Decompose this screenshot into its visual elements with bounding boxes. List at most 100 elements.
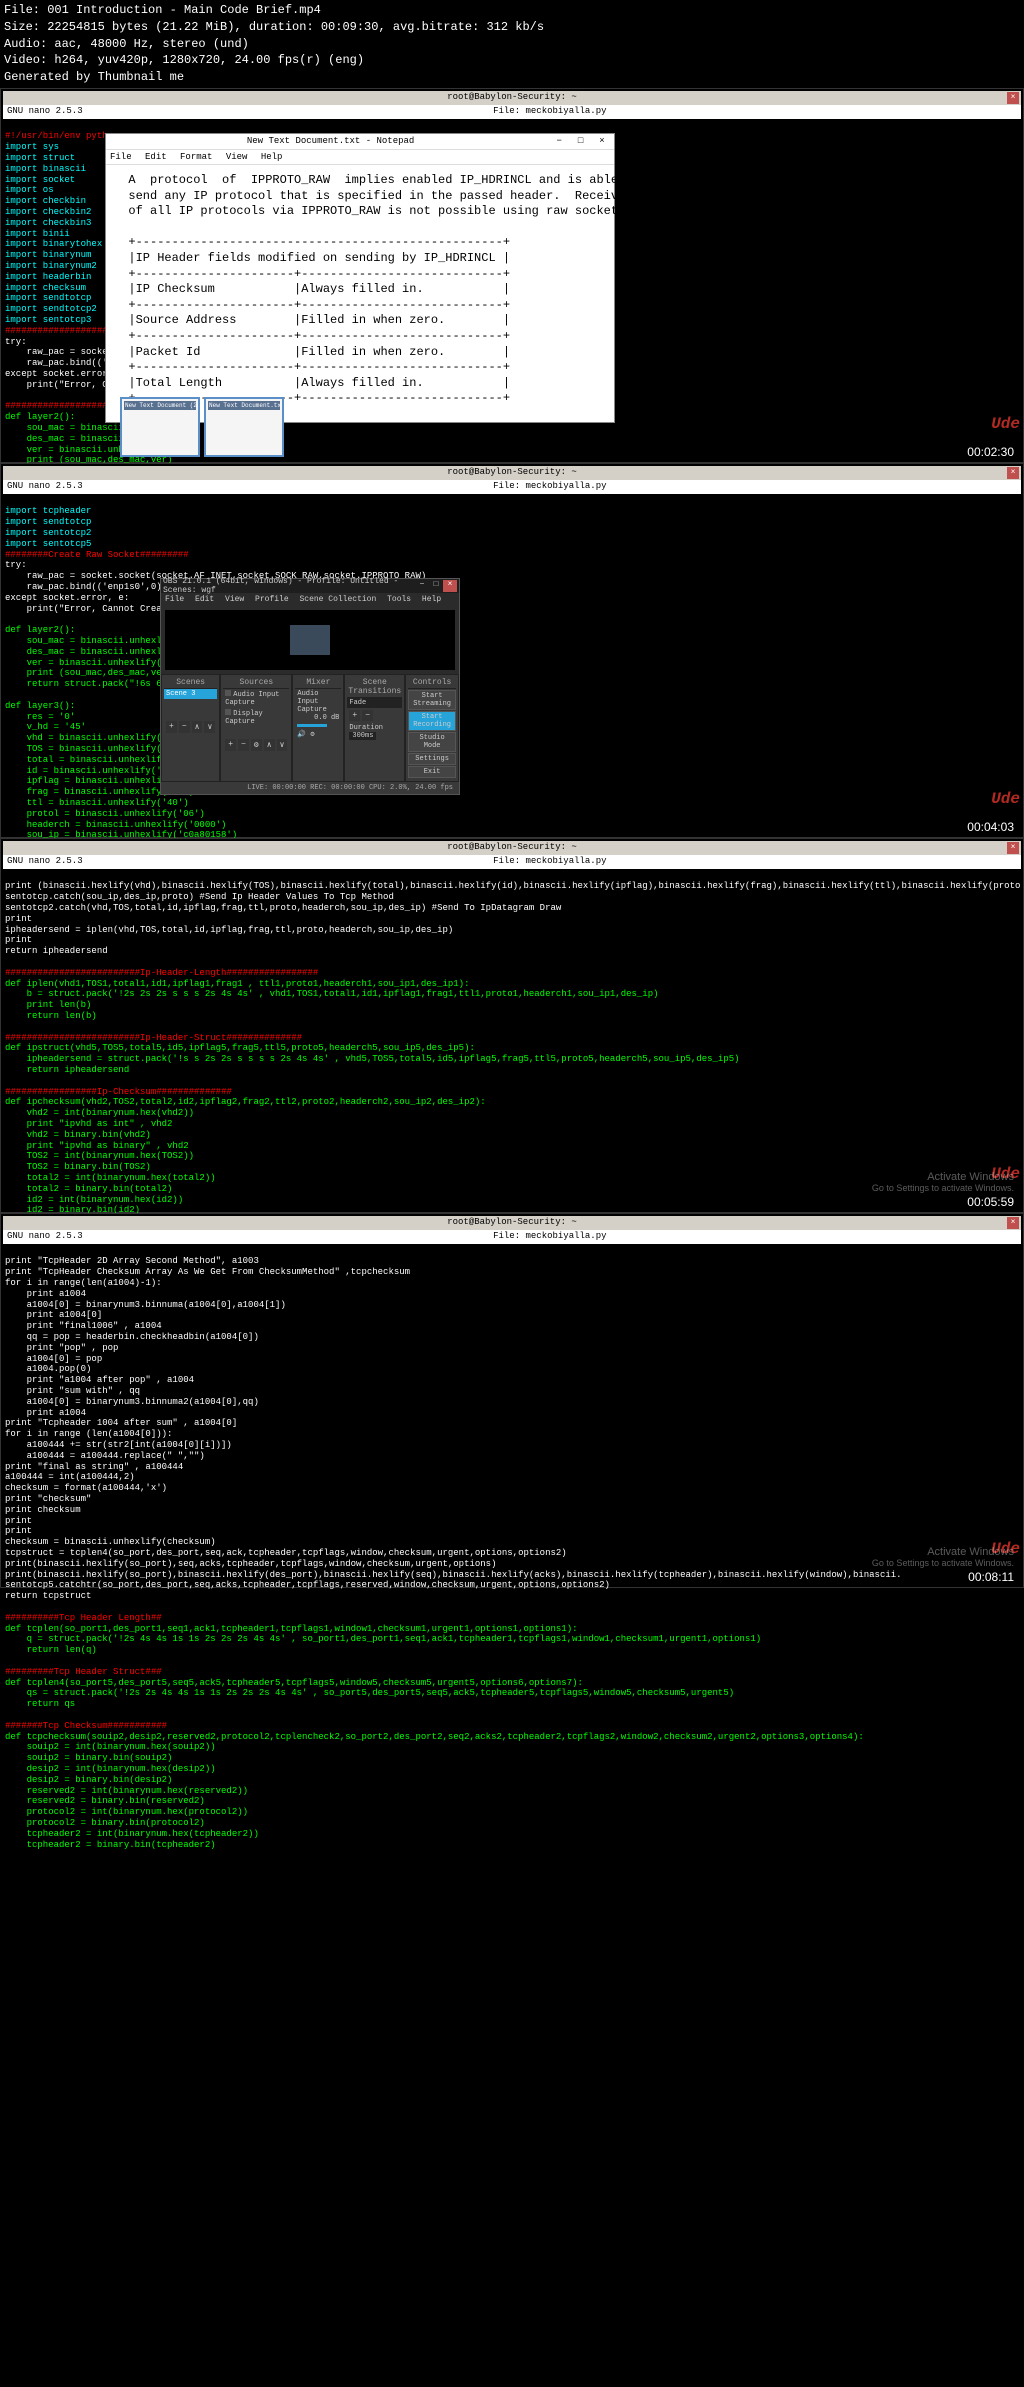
nano-filename: File: meckobiyalla.py — [493, 1231, 606, 1243]
menu-view[interactable]: View — [225, 595, 244, 604]
remove-icon[interactable]: − — [238, 739, 249, 751]
notepad-window[interactable]: New Text Document.txt - Notepad − □ × Fi… — [105, 133, 615, 423]
notepad-titlebar[interactable]: New Text Document.txt - Notepad − □ × — [106, 134, 614, 150]
meta-size: Size: 22254815 bytes (21.22 MiB), durati… — [4, 19, 1020, 36]
shebang-line: #!/usr/bin/env python — [5, 131, 118, 141]
panel-title: Scenes — [164, 677, 217, 689]
menu-profile[interactable]: Profile — [255, 595, 289, 604]
settings-button[interactable]: Settings — [408, 753, 456, 765]
thumb-title: New Text Document.txt - N... — [208, 401, 280, 410]
volume-slider[interactable] — [297, 724, 327, 727]
nano-header: GNU nano 2.5.3 File: meckobiyalla.py — [3, 1230, 1021, 1244]
section-header: #########################Ip-Header-Lengt… — [5, 968, 318, 978]
menu-tools[interactable]: Tools — [387, 595, 411, 604]
transitions-panel: Scene Transitions Fade +− Duration 300ms — [344, 674, 405, 782]
minimize-icon[interactable]: − — [551, 136, 567, 146]
minimize-icon[interactable]: − — [415, 580, 429, 592]
timestamp: 00:04:03 — [967, 820, 1014, 834]
menu-edit[interactable]: Edit — [145, 152, 167, 162]
nano-version: GNU nano 2.5.3 — [7, 481, 83, 493]
source-item[interactable]: Audio Input Capture — [223, 689, 289, 708]
def-tcpchecksum: def tcpchecksum(souip2,desip2,reserved2,… — [5, 1732, 864, 1850]
down-icon[interactable]: ∨ — [204, 721, 215, 733]
obs-status-bar: LIVE: 00:00:00 REC: 00:00:00 CPU: 2.0%, … — [161, 782, 459, 794]
menu-format[interactable]: Format — [180, 152, 212, 162]
activate-windows-watermark: Activate Windows Go to Settings to activ… — [872, 1546, 1014, 1568]
down-icon[interactable]: ∨ — [277, 739, 288, 751]
menu-help[interactable]: Help — [261, 152, 283, 162]
terminal-titlebar[interactable]: root@Babylon-Security: ~ × — [3, 91, 1021, 105]
meta-generated: Generated by Thumbnail me — [4, 69, 1020, 86]
eye-icon[interactable] — [225, 709, 231, 715]
remove-icon[interactable]: − — [179, 721, 190, 733]
close-icon[interactable]: × — [1007, 842, 1019, 854]
close-icon[interactable]: × — [443, 580, 457, 592]
menu-scene-collection[interactable]: Scene Collection — [299, 595, 376, 604]
terminal-title: root@Babylon-Security: ~ — [447, 842, 577, 854]
duration-label: Duration — [349, 724, 383, 732]
menu-file[interactable]: File — [165, 595, 184, 604]
def-tcplen4: def tcplen4(so_port5,des_port5,seq5,ack5… — [5, 1678, 734, 1710]
nano-version: GNU nano 2.5.3 — [7, 856, 83, 868]
add-icon[interactable]: + — [349, 710, 360, 721]
terminal-titlebar[interactable]: root@Babylon-Security: ~ × — [3, 466, 1021, 480]
close-icon[interactable]: × — [1007, 467, 1019, 479]
eye-icon[interactable] — [225, 690, 231, 696]
menu-file[interactable]: File — [110, 152, 132, 162]
obs-window[interactable]: OBS 21.0.1 (64bit, windows) - Profile: U… — [160, 578, 460, 795]
panel-title: Controls — [408, 677, 456, 689]
up-icon[interactable]: ∧ — [192, 721, 203, 733]
maximize-icon[interactable]: □ — [429, 580, 443, 592]
section-header: #######Tcp Checksum########### — [5, 1721, 167, 1731]
imports-block: import sys import struct import binascii… — [5, 142, 102, 325]
controls-panel: Controls Start Streaming Start Recording… — [405, 674, 459, 782]
panel-title: Scene Transitions — [347, 677, 402, 698]
obs-titlebar[interactable]: OBS 21.0.1 (64bit, windows) - Profile: U… — [161, 579, 459, 593]
add-icon[interactable]: + — [225, 739, 236, 751]
terminal-titlebar[interactable]: root@Babylon-Security: ~ × — [3, 841, 1021, 855]
close-icon[interactable]: × — [1007, 92, 1019, 104]
taskbar-thumb-2[interactable]: New Text Document.txt - N... — [204, 397, 284, 457]
scene-item[interactable]: Scene 3 — [164, 689, 217, 699]
close-icon[interactable]: × — [594, 136, 610, 146]
section-header: #########################Ip-Header-Struc… — [5, 1033, 302, 1043]
code-editor[interactable]: print "TcpHeader 2D Array Second Method"… — [3, 1244, 1021, 1863]
menu-edit[interactable]: Edit — [195, 595, 214, 604]
nano-version: GNU nano 2.5.3 — [7, 106, 83, 118]
print-block: print (binascii.hexlify(vhd),binascii.he… — [5, 881, 1021, 956]
nano-filename: File: meckobiyalla.py — [493, 481, 606, 493]
mixer-db: 0.0 dB — [314, 714, 339, 722]
maximize-icon[interactable]: □ — [573, 136, 589, 146]
obs-preview[interactable] — [165, 610, 455, 670]
menu-view[interactable]: View — [226, 152, 248, 162]
gear-icon[interactable]: ⚙ — [251, 739, 262, 751]
transition-select[interactable]: Fade — [347, 698, 402, 708]
terminal-titlebar[interactable]: root@Babylon-Security: ~ × — [3, 1216, 1021, 1230]
menu-help[interactable]: Help — [422, 595, 441, 604]
def-tcplen: def tcplen(so_port1,des_port1,seq1,ack1,… — [5, 1624, 761, 1656]
exit-button[interactable]: Exit — [408, 766, 456, 778]
up-icon[interactable]: ∧ — [264, 739, 275, 751]
add-icon[interactable]: + — [166, 721, 177, 733]
taskbar-thumb-1[interactable]: New Text Document (2).txt - No... — [120, 397, 200, 457]
remove-icon[interactable]: − — [362, 710, 373, 721]
nano-header: GNU nano 2.5.3 File: meckobiyalla.py — [3, 480, 1021, 494]
gear-icon[interactable]: ⚙ — [310, 731, 314, 739]
speaker-icon[interactable]: 🔊 — [297, 731, 306, 739]
source-item[interactable]: Display Capture — [223, 708, 289, 727]
notepad-content[interactable]: A protocol of IPPROTO_RAW implies enable… — [106, 165, 614, 415]
nano-filename: File: meckobiyalla.py — [493, 856, 606, 868]
thumb-title: New Text Document (2).txt - No... — [124, 401, 196, 410]
section-header: #################Ip-Checksum############… — [5, 1087, 232, 1097]
activate-line2: Go to Settings to activate Windows. — [872, 1558, 1014, 1568]
start-recording-button[interactable]: Start Recording — [408, 711, 456, 731]
nano-header: GNU nano 2.5.3 File: meckobiyalla.py — [3, 105, 1021, 119]
loop-block: print "TcpHeader 2D Array Second Method"… — [5, 1256, 410, 1536]
def-ipstruct: def ipstruct(vhd5,TOS5,total5,id5,ipflag… — [5, 1043, 740, 1075]
studio-mode-button[interactable]: Studio Mode — [408, 732, 456, 752]
duration-value[interactable]: 300ms — [349, 732, 376, 740]
start-streaming-button[interactable]: Start Streaming — [408, 690, 456, 710]
window-controls: − □ × — [551, 136, 610, 146]
close-icon[interactable]: × — [1007, 1217, 1019, 1229]
terminal-title: root@Babylon-Security: ~ — [447, 1217, 577, 1229]
